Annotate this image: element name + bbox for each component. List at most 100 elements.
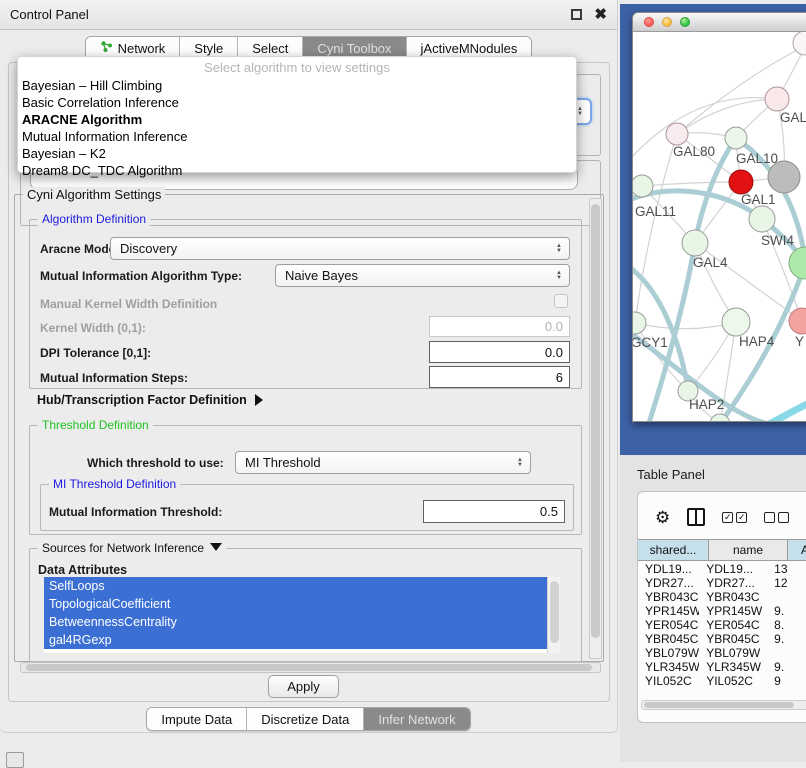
network-node[interactable] xyxy=(633,175,653,197)
list-scrollbar[interactable] xyxy=(547,577,560,653)
minimized-panel-icon[interactable] xyxy=(6,752,24,768)
gear-icon[interactable]: ⚙ xyxy=(655,509,670,526)
table-cell: YER054C xyxy=(638,618,699,632)
table-row[interactable]: YLR345WYLR345W9. xyxy=(638,660,806,674)
network-node[interactable] xyxy=(789,308,806,334)
network-node[interactable] xyxy=(749,206,775,232)
node-table: ⚙ ✓✓ shared...nameA YDL19...YDL19...13YD… xyxy=(637,491,806,723)
network-node[interactable] xyxy=(722,308,750,336)
network-node[interactable] xyxy=(633,312,646,334)
threshold-definition-title: Threshold Definition xyxy=(38,418,153,432)
node-label-gal1: GAL1 xyxy=(741,192,776,207)
tab-impute-data[interactable]: Impute Data xyxy=(147,708,247,730)
column-header-a[interactable]: A xyxy=(788,540,806,560)
sources-group-title[interactable]: Sources for Network Inference xyxy=(38,541,226,555)
table-cell: YBR045C xyxy=(699,632,767,646)
mi-type-combo[interactable]: Naive Bayes ▲▼ xyxy=(275,264,570,287)
manual-kernel-checkbox[interactable] xyxy=(554,294,568,308)
tab-label: Infer Network xyxy=(378,712,455,727)
dpi-tolerance-field[interactable]: 0.0 xyxy=(429,341,570,363)
combo-spinner-icon: ▲▼ xyxy=(556,271,562,281)
split-columns-icon[interactable] xyxy=(687,508,705,526)
node-label-gal4: GAL4 xyxy=(693,255,728,270)
network-node[interactable] xyxy=(725,127,747,149)
network-edge[interactable] xyxy=(642,182,741,186)
table-header-row: shared...nameA xyxy=(638,539,806,561)
dropdown-item-mutual-information-inference[interactable]: Mutual Information Inference xyxy=(18,128,576,145)
settings-horizontal-scrollbar[interactable] xyxy=(20,662,601,673)
which-threshold-value: MI Threshold xyxy=(245,455,321,470)
attribute-item-selfloops[interactable]: SelfLoops xyxy=(44,577,547,595)
dropdown-item-basic-correlation-inference[interactable]: Basic Correlation Inference xyxy=(18,94,576,111)
aracne-mode-value: Discovery xyxy=(120,241,177,256)
tab-label: Select xyxy=(252,41,288,56)
which-threshold-combo[interactable]: MI Threshold ▲▼ xyxy=(235,451,531,474)
network-edge[interactable] xyxy=(635,322,736,329)
close-icon[interactable]: ✖ xyxy=(594,9,607,20)
tab-discretize-data[interactable]: Discretize Data xyxy=(247,708,364,730)
float-window-icon[interactable] xyxy=(571,9,582,20)
apply-button[interactable]: Apply xyxy=(268,675,339,698)
network-edge[interactable] xyxy=(677,99,777,134)
mi-type-label: Mutual Information Algorithm Type: xyxy=(40,269,242,283)
mi-steps-field[interactable]: 6 xyxy=(429,366,570,388)
deselect-all-checks-icon[interactable] xyxy=(764,512,789,523)
mi-threshold-group: MI Threshold Definition Mutual Informati… xyxy=(40,484,574,531)
network-window-titlebar[interactable] xyxy=(633,13,806,32)
mac-zoom-button[interactable] xyxy=(680,17,690,27)
network-node[interactable] xyxy=(765,87,789,111)
network-node[interactable] xyxy=(729,170,753,194)
table-row[interactable]: YBR045CYBR045C9. xyxy=(638,632,806,646)
aracne-mode-combo[interactable]: Discovery ▲▼ xyxy=(110,237,570,260)
table-row[interactable]: YDR27...YDR27...12 xyxy=(638,576,806,590)
node-label-gal: GAL xyxy=(780,110,806,125)
table-horizontal-scrollbar[interactable] xyxy=(641,700,806,710)
mi-threshold-field[interactable]: 0.5 xyxy=(423,500,565,523)
table-cell: YBL079W xyxy=(638,646,699,660)
tab-label: Discretize Data xyxy=(261,712,349,727)
threshold-definition-group: Threshold Definition Which threshold to … xyxy=(29,425,582,535)
table-cell: YPR145W xyxy=(638,604,699,618)
attribute-item-topologicalcoefficient[interactable]: TopologicalCoefficient xyxy=(44,595,547,613)
mi-threshold-group-title: MI Threshold Definition xyxy=(49,477,180,491)
table-row[interactable]: YER054CYER054C8. xyxy=(638,618,806,632)
table-row[interactable]: YPR145WYPR145W9. xyxy=(638,604,806,618)
table-row[interactable]: YDL19...YDL19...13 xyxy=(638,562,806,576)
table-row[interactable]: YIL052CYIL052C9 xyxy=(638,674,806,688)
node-label-gal80: GAL80 xyxy=(673,144,715,159)
node-label-y: Y xyxy=(795,334,804,349)
table-cell: YPR145W xyxy=(699,604,767,618)
table-row[interactable]: YBL079WYBL079W xyxy=(638,646,806,660)
attribute-item-gal4rgexp[interactable]: gal4RGexp xyxy=(44,631,547,649)
table-cell xyxy=(767,646,806,660)
kernel-width-field[interactable]: 0.0 xyxy=(429,316,570,337)
network-node[interactable] xyxy=(666,123,688,145)
network-edge[interactable] xyxy=(767,402,806,421)
network-canvas[interactable]: GALGAL80GAL10GAL1SWI4GAL11GAL4GCY1HAP4YH… xyxy=(633,32,806,421)
data-attributes-label: Data Attributes xyxy=(38,563,127,577)
algorithm-dropdown-popup: Select algorithm to view settings Bayesi… xyxy=(17,56,577,173)
mi-steps-label: Mutual Information Steps: xyxy=(40,371,188,385)
dropdown-item-dream8-dc-tdc-algorithm[interactable]: Dream8 DC_TDC Algorithm xyxy=(18,162,576,179)
combo-spinner-icon: ▲▼ xyxy=(517,458,523,468)
dropdown-item-bayesian-k2[interactable]: Bayesian – K2 xyxy=(18,145,576,162)
column-header-shared-[interactable]: shared... xyxy=(638,540,709,560)
mac-close-button[interactable] xyxy=(644,17,654,27)
column-header-name[interactable]: name xyxy=(709,540,788,560)
network-node[interactable] xyxy=(789,247,806,279)
table-toolbar: ⚙ ✓✓ xyxy=(638,502,806,532)
hub-tf-definition-toggle[interactable]: Hub/Transcription Factor Definition xyxy=(37,393,263,407)
network-tab-icon xyxy=(100,40,113,56)
tab-infer-network[interactable]: Infer Network xyxy=(364,708,469,730)
attribute-item-betweennesscentrality[interactable]: BetweennessCentrality xyxy=(44,613,547,631)
mac-minimize-button[interactable] xyxy=(662,17,672,27)
dropdown-item-bayesian-hill-climbing[interactable]: Bayesian – Hill Climbing xyxy=(18,77,576,94)
node-label-hap4: HAP4 xyxy=(739,334,775,349)
select-all-checks-icon[interactable]: ✓✓ xyxy=(722,512,747,523)
table-row[interactable]: YBR043CYBR043C xyxy=(638,590,806,604)
settings-vertical-scrollbar[interactable] xyxy=(589,198,602,659)
settings-group-title: Cyni Algorithm Settings xyxy=(23,187,165,202)
network-node[interactable] xyxy=(682,230,708,256)
sources-group: Sources for Network Inference Data Attri… xyxy=(29,548,582,662)
dropdown-item-aracne-algorithm[interactable]: ARACNE Algorithm xyxy=(18,111,576,128)
